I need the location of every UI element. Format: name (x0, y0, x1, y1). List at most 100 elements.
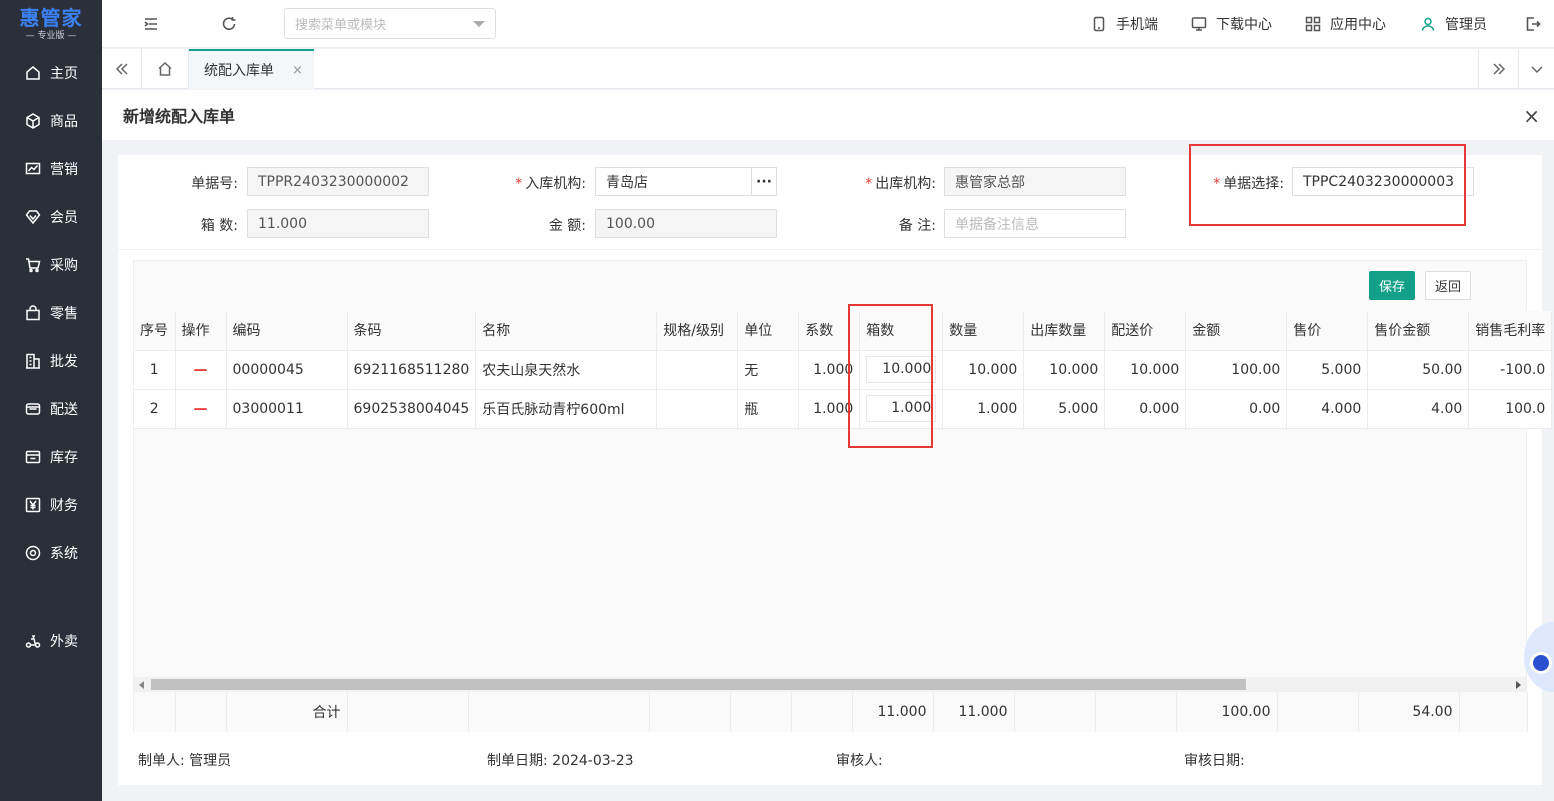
sidebar: 惠管家 — 专业版 — 主页 商品 营销 会员 采购 零售 批发 配送 库存 财… (0, 0, 102, 801)
totals-empty (347, 692, 469, 732)
scroll-right-arrow-icon[interactable] (1516, 681, 1521, 689)
tab-home[interactable] (142, 49, 189, 89)
user-name: 管理员 (1445, 17, 1487, 33)
menu-collapse-icon[interactable] (141, 14, 161, 34)
col-header: 操作 (175, 311, 227, 351)
col-header: 规格/级别 (656, 311, 739, 351)
scrollbar-thumb[interactable] (151, 679, 1246, 690)
col-header: 序号 (134, 311, 176, 351)
boxes-input[interactable]: 10.000 (866, 356, 937, 383)
logout-icon[interactable] (1523, 14, 1543, 34)
user-icon (1421, 17, 1435, 31)
date-value: 2024-03-23 (552, 753, 634, 769)
delete-row-button[interactable]: — (175, 350, 227, 390)
sidebar-item-purchase[interactable]: 采购 (0, 245, 102, 285)
item-price: 10.000 (1104, 350, 1187, 390)
sidebar-item-goods[interactable]: 商品 (0, 101, 102, 141)
boxes-input[interactable]: 1.000 (866, 395, 937, 422)
app-center-link[interactable]: 应用中心 (1305, 14, 1386, 34)
chart-icon (24, 160, 42, 178)
sidebar-item-takeout[interactable]: 外卖 (0, 621, 102, 661)
tab-menu-button[interactable] (1518, 49, 1554, 89)
sidebar-item-label: 采购 (50, 258, 78, 274)
sidebar-item-wholesale[interactable]: 批发 (0, 341, 102, 381)
item-sale-price: 5.000 (1286, 350, 1369, 390)
sidebar-item-home[interactable]: 主页 (0, 53, 102, 93)
item-code: 00000045 (226, 350, 348, 390)
sidebar-item-label: 批发 (50, 354, 78, 370)
close-icon[interactable]: × (1523, 104, 1540, 128)
totals-empty (649, 692, 731, 732)
in-org-value: 青岛店 (606, 174, 648, 191)
item-name: 乐百氏脉动青柠600ml (475, 389, 658, 429)
save-button[interactable]: 保存 (1369, 271, 1415, 300)
remark-input[interactable]: 单据备注信息 (944, 209, 1126, 238)
sidebar-item-marketing[interactable]: 营销 (0, 149, 102, 189)
truck-icon (24, 400, 42, 418)
col-header: 销售毛利率 (1468, 311, 1553, 351)
boxes-cell: 10.000 (859, 350, 944, 390)
download-center-link[interactable]: 下载中心 (1191, 14, 1272, 34)
horizontal-scrollbar[interactable] (134, 677, 1526, 692)
sidebar-item-retail[interactable]: 零售 (0, 293, 102, 333)
sidebar-item-system[interactable]: 系统 (0, 533, 102, 573)
scroll-left-arrow-icon[interactable] (139, 681, 144, 689)
delete-row-button[interactable]: — (175, 389, 227, 429)
logo[interactable]: 惠管家 — 专业版 — (0, 0, 102, 48)
doc-no-label: 单据号: (191, 176, 238, 192)
tab-scroll-left-button[interactable] (102, 49, 142, 89)
back-button[interactable]: 返回 (1425, 271, 1471, 300)
totals-amount: 100.00 (1176, 692, 1278, 732)
assistant-avatar-icon (1530, 652, 1552, 674)
sidebar-item-finance[interactable]: 财务 (0, 485, 102, 525)
top-bar: 搜索菜单或模块 手机端 下载中心 应用中心 管理员 (102, 0, 1554, 48)
date-label: 制单日期: (487, 753, 548, 769)
user-menu[interactable]: 管理员 (1420, 14, 1487, 34)
in-org-label-text: 入库机构: (525, 176, 586, 192)
table-row[interactable]: 1 — 00000045 6921168511280 农夫山泉天然水 无 1.0… (134, 350, 1553, 390)
tab-close-icon[interactable]: × (292, 63, 303, 78)
item-out-qty: 5.000 (1023, 389, 1106, 429)
scooter-icon (24, 632, 42, 650)
refresh-icon[interactable] (219, 14, 239, 34)
col-header: 系数 (798, 311, 861, 351)
item-name: 农夫山泉天然水 (475, 350, 658, 390)
row-no: 2 (134, 389, 176, 429)
item-factor: 1.000 (798, 389, 861, 429)
minus-icon: — (193, 400, 208, 417)
item-barcode: 6921168511280 (347, 350, 477, 390)
building-icon (24, 352, 42, 370)
totals-empty (1459, 692, 1528, 732)
item-unit: 瓶 (737, 389, 800, 429)
tab-bar: 统配入库单 × (102, 49, 1554, 89)
more-icon[interactable]: ··· (751, 168, 776, 195)
col-header: 数量 (942, 311, 1025, 351)
sidebar-item-member[interactable]: 会员 (0, 197, 102, 237)
in-org-label: * 入库机构: (490, 173, 586, 193)
stock-icon (24, 448, 42, 466)
logo-text: 惠管家 (19, 5, 83, 30)
in-org-field[interactable]: 青岛店 ··· (595, 167, 777, 196)
chevron-down-icon (1530, 66, 1543, 74)
sidebar-item-delivery[interactable]: 配送 (0, 389, 102, 429)
double-chevron-right-icon (1492, 63, 1505, 75)
col-header: 金额 (1185, 311, 1288, 351)
table-row[interactable]: 2 — 03000011 6902538004045 乐百氏脉动青柠600ml … (134, 389, 1553, 429)
date-info: 制单日期: 2024-03-23 (487, 750, 634, 770)
diamond-icon (24, 208, 42, 226)
mobile-link[interactable]: 手机端 (1091, 14, 1158, 34)
tab-scroll-right-button[interactable] (1478, 49, 1518, 89)
doc-select-field[interactable]: TPPC2403230000003 (1292, 167, 1474, 196)
sidebar-item-label: 财务 (50, 498, 78, 514)
required-mark: * (1213, 176, 1221, 192)
totals-empty (730, 692, 792, 732)
totals-empty (1095, 692, 1177, 732)
panel-header: 新增统配入库单 × (102, 90, 1554, 140)
amount-label: 金 额: (548, 218, 586, 234)
detail-table: 序号 操作 编码 条码 名称 规格/级别 单位 系数 箱数 数量 出库数量 配送… (134, 311, 1553, 429)
sidebar-item-stock[interactable]: 库存 (0, 437, 102, 477)
tab-transfer-inbound[interactable]: 统配入库单 × (189, 49, 314, 89)
search-select[interactable]: 搜索菜单或模块 (284, 8, 496, 39)
sidebar-item-label: 营销 (50, 162, 78, 178)
auditor-info: 审核人: (836, 750, 883, 770)
